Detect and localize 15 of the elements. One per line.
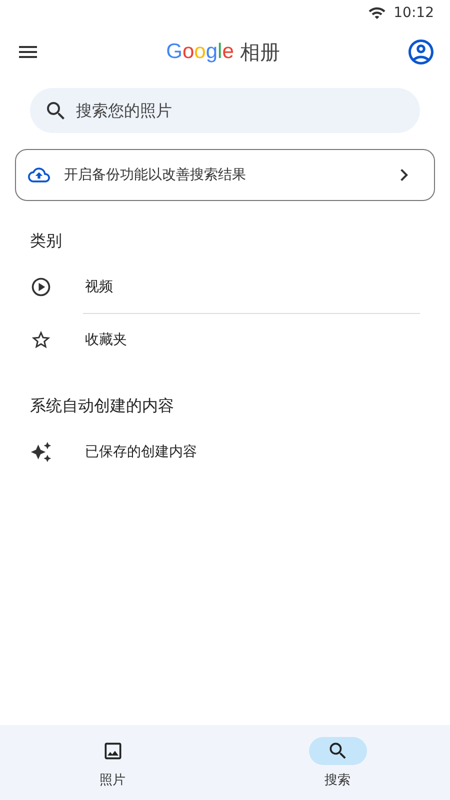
account-icon[interactable]	[406, 37, 436, 67]
list-item[interactable]: 已保存的创建内容	[85, 426, 420, 478]
list-item[interactable]: 视频	[85, 261, 420, 313]
nav-tab[interactable]: 搜索	[225, 725, 450, 800]
app-title: 相册	[240, 38, 280, 66]
sparkles-icon	[30, 441, 52, 463]
backup-banner[interactable]: 开启备份功能以改善搜索结果	[15, 149, 435, 201]
list-item[interactable]: 收藏夹	[85, 314, 420, 366]
nav-tab[interactable]: 照片	[0, 725, 225, 800]
status-time: 10:12	[394, 5, 434, 21]
section-title: 类别	[29, 230, 63, 252]
star-icon	[30, 329, 52, 351]
search-field[interactable]: 搜索您的照片	[30, 88, 420, 133]
section-title: 系统自动创建的内容	[29, 394, 175, 416]
app-logo: Google	[166, 40, 234, 64]
